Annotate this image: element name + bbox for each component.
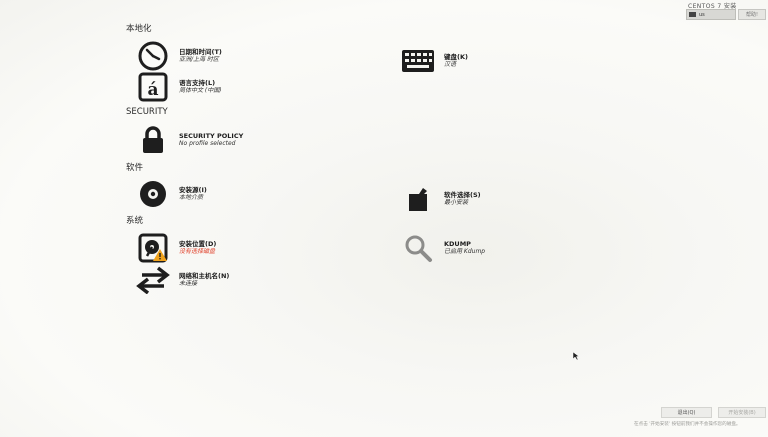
spoke-language[interactable]: á 语言支持(L) 简体中文 (中国) bbox=[135, 71, 222, 103]
lock-icon bbox=[135, 124, 171, 156]
keyboard-layout-indicator[interactable]: us bbox=[686, 9, 736, 20]
category-system: 系统 bbox=[126, 216, 144, 226]
spoke-keyboard[interactable]: 键盘(K) 汉语 bbox=[400, 45, 468, 77]
spoke-kdump[interactable]: KDUMP 已启用 Kdump bbox=[400, 232, 485, 264]
spoke-install-source[interactable]: 安装源(I) 本地介质 bbox=[135, 178, 207, 210]
spoke-language-status: 简体中文 (中国) bbox=[179, 87, 222, 95]
spoke-keyboard-title: 键盘(K) bbox=[444, 53, 468, 62]
network-arrows-icon bbox=[135, 264, 171, 296]
harddisk-warning-icon bbox=[135, 232, 171, 264]
spoke-security-policy[interactable]: SECURITY POLICY No profile selected bbox=[135, 124, 243, 156]
spoke-network-status: 未连接 bbox=[179, 280, 198, 288]
keyboard-mini-icon bbox=[689, 12, 696, 17]
spoke-datetime[interactable]: 日期和时间(T) 亚洲/上海 时区 bbox=[135, 40, 222, 72]
spoke-datetime-status: 亚洲/上海 时区 bbox=[179, 56, 219, 64]
clock-icon bbox=[135, 40, 171, 72]
category-security: SECURITY bbox=[126, 107, 168, 117]
keyboard-layout-label: us bbox=[699, 11, 705, 18]
spoke-security-policy-status: No profile selected bbox=[179, 140, 236, 148]
help-button[interactable]: 帮助! bbox=[738, 9, 766, 20]
category-software: 软件 bbox=[126, 163, 144, 173]
package-icon bbox=[400, 183, 436, 215]
spoke-install-source-status: 本地介质 bbox=[179, 194, 204, 202]
spoke-software-selection[interactable]: 软件选择(S) 最小安装 bbox=[400, 183, 481, 215]
keyboard-icon bbox=[400, 45, 436, 77]
spoke-security-policy-title: SECURITY POLICY bbox=[179, 132, 244, 141]
mouse-cursor-icon bbox=[572, 346, 580, 365]
language-icon: á bbox=[135, 71, 171, 103]
spoke-kdump-status: 已启用 Kdump bbox=[444, 248, 486, 256]
begin-installation-button[interactable]: 开始安装(B) bbox=[718, 407, 766, 418]
svg-text:á: á bbox=[147, 80, 158, 100]
spoke-software-selection-status: 最小安装 bbox=[444, 199, 469, 207]
quit-button[interactable]: 退出(Q) bbox=[661, 407, 712, 418]
spoke-network[interactable]: 网络和主机名(N) 未连接 bbox=[135, 264, 229, 296]
disc-icon bbox=[135, 178, 171, 210]
footer-note: 在点击 '开始安装' 按钮前我们并不会操作您的磁盘。 bbox=[634, 422, 741, 427]
category-localization: 本地化 bbox=[126, 24, 152, 34]
spoke-keyboard-status: 汉语 bbox=[444, 61, 457, 69]
spoke-install-destination-status: 没有选择磁盘 bbox=[179, 248, 216, 256]
magnifier-icon bbox=[400, 232, 436, 264]
installation-summary-screen: CENTOS 7 安装 us 帮助! 本地化 SECURITY 软件 系统 日期… bbox=[0, 0, 768, 437]
spoke-install-destination[interactable]: 安装位置(D) 没有选择磁盘 bbox=[135, 232, 216, 264]
